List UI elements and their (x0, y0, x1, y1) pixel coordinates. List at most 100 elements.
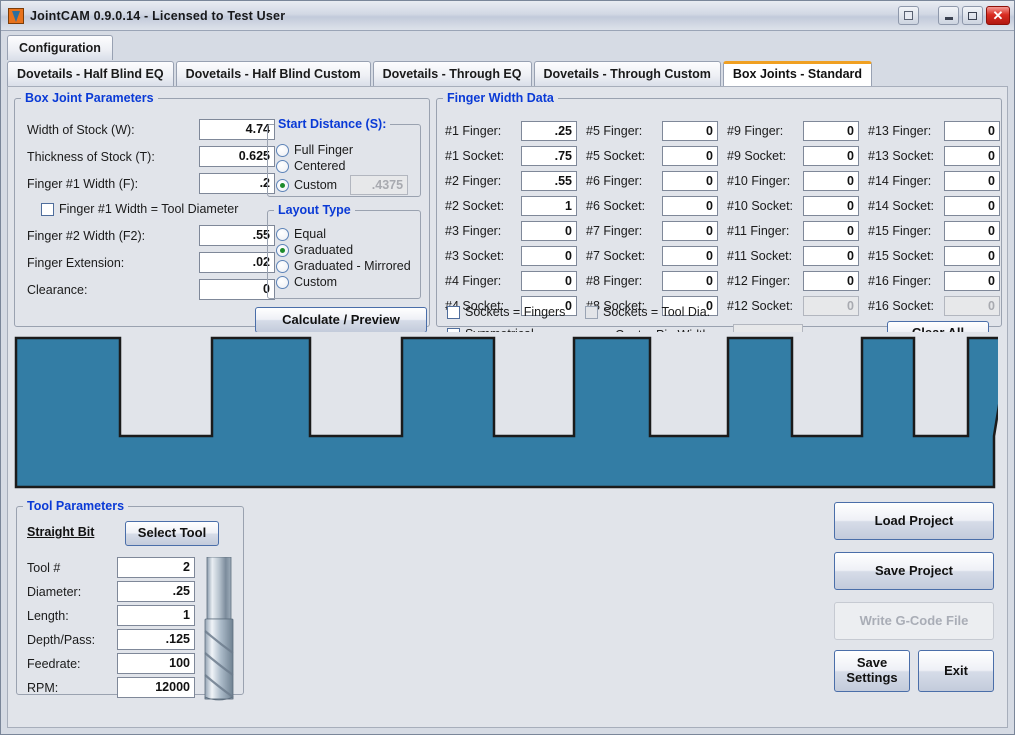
finger-input[interactable] (803, 146, 859, 166)
radio-start-full-finger-label: Full Finger (294, 143, 353, 157)
finger-label: #7 Finger: (586, 224, 658, 238)
finger-input[interactable] (944, 296, 1000, 316)
finger1-width-row: Finger #1 Width (F): (27, 173, 275, 194)
clearance-label: Clearance: (27, 283, 199, 297)
radio-layout-equal-label: Equal (294, 227, 326, 241)
finger-input[interactable] (803, 171, 859, 191)
radio-start-full-finger[interactable]: Full Finger (276, 143, 408, 157)
save-settings-button[interactable]: Save Settings (834, 650, 910, 692)
tab-dovetails-half-blind-custom[interactable]: Dovetails - Half Blind Custom (176, 61, 371, 86)
finger-input[interactable] (944, 271, 1000, 291)
sockets-equals-fingers-checkbox[interactable]: Sockets = Fingers (447, 305, 565, 321)
close-icon[interactable]: ✕ (986, 6, 1010, 25)
exit-button[interactable]: Exit (918, 650, 994, 692)
maximize-icon[interactable] (962, 6, 983, 25)
width-of-stock-label: Width of Stock (W): (27, 123, 199, 137)
sockets-equals-tool-dia-checkbox[interactable]: Sockets = Tool Dia. (585, 305, 710, 321)
clearance-input[interactable] (199, 279, 275, 300)
finger-input[interactable] (944, 121, 1000, 141)
layout-type-group: Layout Type Equal Graduated Graduated - … (267, 203, 421, 299)
window-controls: ✕ (898, 6, 1010, 25)
finger-input[interactable] (803, 121, 859, 141)
finger-input[interactable] (803, 296, 859, 316)
finger-input[interactable] (803, 246, 859, 266)
finger-row: #7 Socket: (586, 246, 718, 266)
finger-input[interactable] (662, 171, 718, 191)
finger-extension-input[interactable] (199, 252, 275, 273)
radio-layout-equal[interactable]: Equal (276, 227, 411, 241)
finger-input[interactable] (662, 146, 718, 166)
finger1-width-input[interactable] (199, 173, 275, 194)
finger-input[interactable] (521, 271, 577, 291)
finger-extension-label: Finger Extension: (27, 256, 199, 270)
sockets-equals-tool-dia-label: Sockets = Tool Dia. (603, 305, 710, 319)
feedrate-input[interactable] (117, 653, 195, 674)
finger-input[interactable] (521, 221, 577, 241)
finger-label: #8 Finger: (586, 274, 658, 288)
finger-input[interactable] (662, 196, 718, 216)
finger2-width-label: Finger #2 Width (F2): (27, 229, 199, 243)
window-title: JointCAM 0.9.0.14 - Licensed to Test Use… (30, 9, 285, 23)
depth-per-pass-input[interactable] (117, 629, 195, 650)
finger-input[interactable] (662, 121, 718, 141)
finger-input[interactable] (662, 271, 718, 291)
radio-layout-custom[interactable]: Custom (276, 275, 411, 289)
finger-input[interactable] (521, 146, 577, 166)
select-tool-button[interactable]: Select Tool (125, 521, 219, 546)
minimize-icon[interactable] (938, 6, 959, 25)
tab-configuration[interactable]: Configuration (7, 35, 113, 60)
rpm-input[interactable] (117, 677, 195, 698)
feedrate-row: Feedrate: (27, 653, 195, 674)
tool-diameter-label: Diameter: (27, 585, 117, 599)
finger2-width-input[interactable] (199, 225, 275, 246)
calculate-preview-button[interactable]: Calculate / Preview (255, 307, 427, 333)
finger-row: #3 Socket: (445, 246, 577, 266)
load-project-button[interactable]: Load Project (834, 502, 994, 540)
finger-row: #13 Finger: (868, 121, 1000, 141)
radio-start-custom[interactable]: Custom (276, 175, 408, 195)
finger2-width-row: Finger #2 Width (F2): (27, 225, 275, 246)
thickness-of-stock-input[interactable] (199, 146, 275, 167)
finger-input[interactable] (521, 196, 577, 216)
tab-dovetails-through-eq[interactable]: Dovetails - Through EQ (373, 61, 532, 86)
finger-input[interactable] (521, 121, 577, 141)
finger-input[interactable] (803, 221, 859, 241)
start-distance-custom-input[interactable] (350, 175, 408, 195)
finger-input[interactable] (944, 171, 1000, 191)
finger-input[interactable] (803, 196, 859, 216)
radio-layout-graduated[interactable]: Graduated (276, 243, 411, 257)
finger-input[interactable] (944, 146, 1000, 166)
finger-column-4: #13 Finger: #13 Socket: #14 Finger: #14 … (868, 121, 1000, 316)
finger-label: #11 Finger: (727, 224, 799, 238)
finger-input[interactable] (662, 221, 718, 241)
finger-row: #6 Finger: (586, 171, 718, 191)
finger-input[interactable] (944, 196, 1000, 216)
tab-dovetails-through-custom[interactable]: Dovetails - Through Custom (534, 61, 721, 86)
width-of-stock-input[interactable] (199, 119, 275, 140)
tool-length-input[interactable] (117, 605, 195, 626)
finger-input[interactable] (944, 221, 1000, 241)
finger-input[interactable] (803, 271, 859, 291)
radio-layout-graduated-mirrored[interactable]: Graduated - Mirrored (276, 259, 411, 273)
finger-input[interactable] (944, 246, 1000, 266)
radio-dot (276, 179, 289, 192)
finger-input[interactable] (662, 246, 718, 266)
rpm-row: RPM: (27, 677, 195, 698)
finger-input[interactable] (521, 246, 577, 266)
checkbox-box (585, 306, 598, 319)
radio-start-centered[interactable]: Centered (276, 159, 408, 173)
panel-icon[interactable] (898, 6, 919, 25)
finger-row: #10 Socket: (727, 196, 859, 216)
finger-label: #14 Finger: (868, 174, 940, 188)
tab-dovetails-half-blind-eq[interactable]: Dovetails - Half Blind EQ (7, 61, 174, 86)
finger-input[interactable] (521, 171, 577, 191)
finger-column-1: #1 Finger: #1 Socket: #2 Finger: #2 Sock… (445, 121, 577, 316)
finger-label: #10 Finger: (727, 174, 799, 188)
tool-diameter-input[interactable] (117, 581, 195, 602)
save-project-button[interactable]: Save Project (834, 552, 994, 590)
finger1-equals-tool-diameter-checkbox[interactable]: Finger #1 Width = Tool Diameter (41, 202, 275, 216)
finger-label: #1 Socket: (445, 149, 517, 163)
tool-number-input[interactable] (117, 557, 195, 578)
title-bar: JointCAM 0.9.0.14 - Licensed to Test Use… (1, 1, 1014, 31)
tab-box-joints-standard[interactable]: Box Joints - Standard (723, 61, 872, 86)
